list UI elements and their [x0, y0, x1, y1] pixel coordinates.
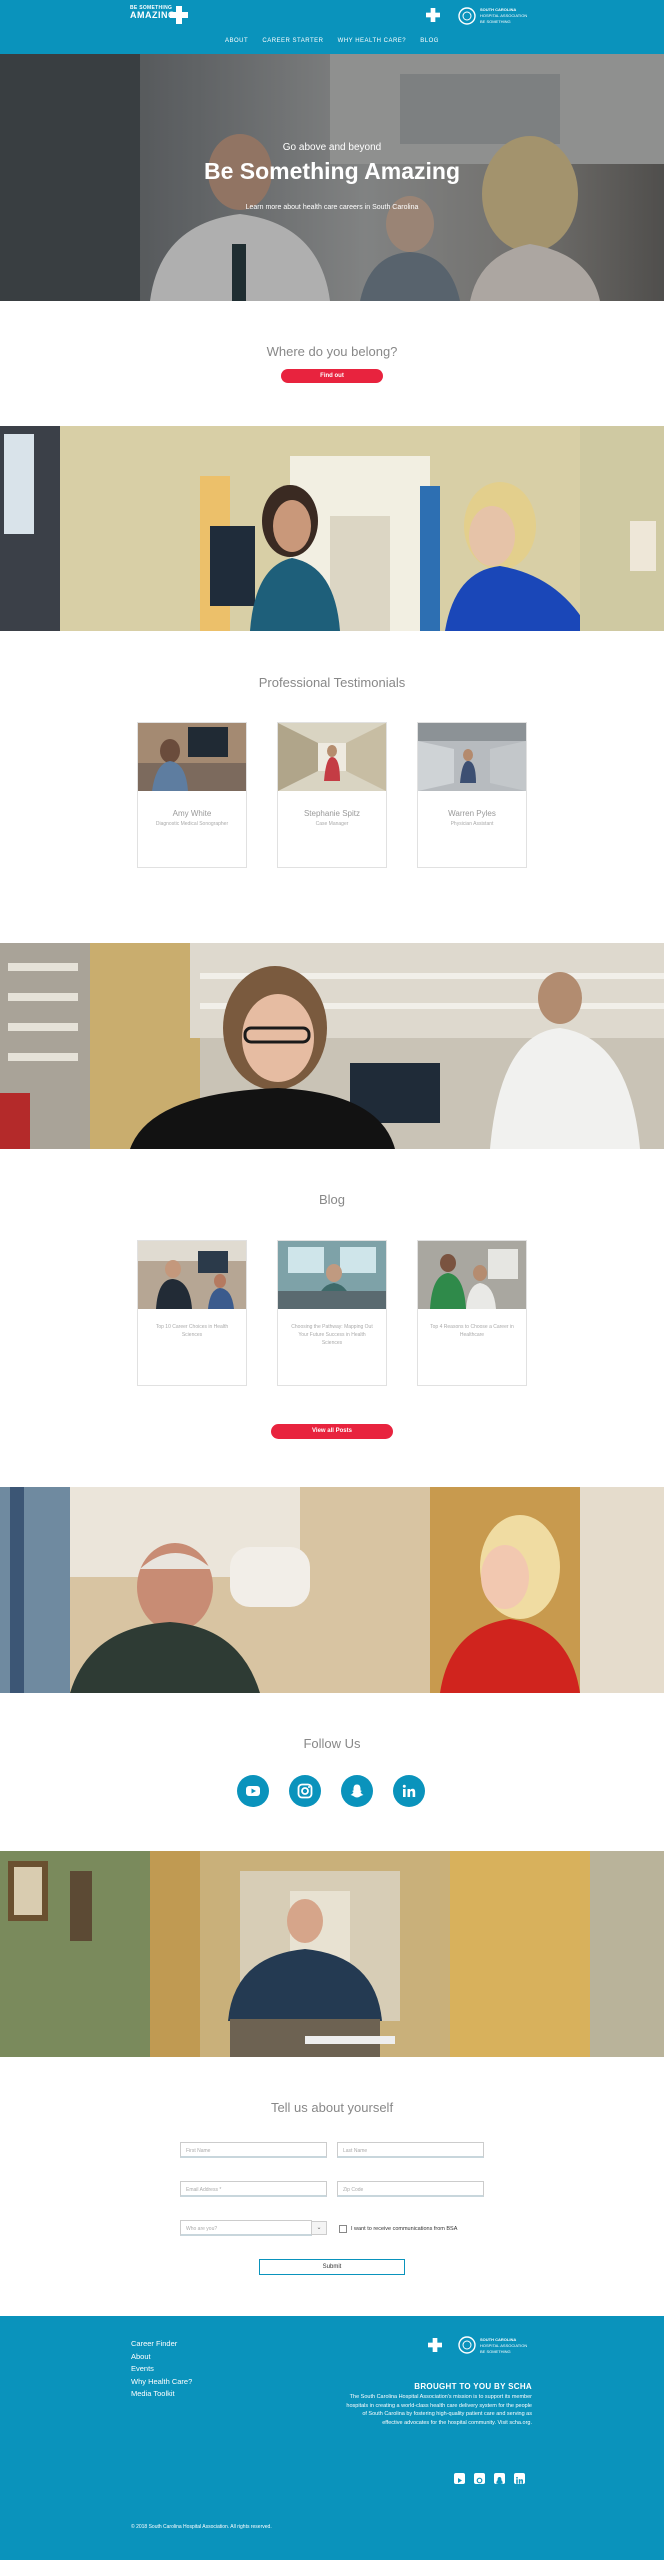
footer-brought-by: BROUGHT TO YOU BY SCHA: [414, 2382, 532, 2391]
hero-pretitle: Go above and beyond: [282, 142, 382, 153]
testimonial-name: Amy White: [172, 809, 212, 818]
blog-card[interactable]: Choosing the Pathway: Mapping Out Your F…: [277, 1240, 387, 1386]
footer-scha-logo[interactable]: SOUTH CAROLINA HOSPITAL ASSOCIATION BE S…: [428, 2334, 532, 2356]
footer-link-media-toolkit[interactable]: Media Toolkit: [131, 2388, 192, 2401]
hero-banner: Go above and beyond Be Something Amazing…: [0, 54, 664, 301]
footer-link-career-finder[interactable]: Career Finder: [131, 2338, 192, 2351]
footer-link-events[interactable]: Events: [131, 2363, 192, 2376]
testimonial-name: Warren Pyles: [448, 809, 496, 818]
blog-title-text[interactable]: Top 4 Reasons to Choose a Career in Heal…: [428, 1323, 516, 1339]
nav-career-starter[interactable]: CAREER STARTER: [262, 38, 323, 44]
find-out-button[interactable]: Find out: [281, 369, 383, 383]
scha-name-line2: HOSPITAL ASSOCIATION: [480, 13, 528, 18]
site-header: BE SOMETHING AMAZING SOUTH CAROLINA HOSP…: [0, 0, 664, 54]
instagram-icon[interactable]: [289, 1775, 321, 1807]
first-name-field[interactable]: First Name: [180, 2142, 327, 2158]
youtube-icon[interactable]: [237, 1775, 269, 1807]
scha-seal-icon: [458, 7, 476, 25]
belong-title: Where do you belong?: [266, 344, 398, 359]
email-field[interactable]: Email Address *: [180, 2181, 327, 2197]
communications-checkbox[interactable]: [339, 2225, 347, 2233]
testimonial-name: Stephanie Spitz: [303, 809, 361, 818]
cross-logo-icon: [170, 6, 188, 24]
snapchat-icon[interactable]: [341, 1775, 373, 1807]
hero-subtitle-link[interactable]: Learn more about health care careers in …: [0, 204, 664, 211]
linkedin-icon[interactable]: [393, 1775, 425, 1807]
hero-title: Be Something Amazing: [204, 158, 460, 184]
footer-scha-line2: HOSPITAL ASSOCIATION: [480, 2343, 528, 2348]
scha-name-line3: BE SOMETHING: [480, 19, 511, 24]
scha-name-line1: SOUTH CAROLINA: [480, 7, 517, 12]
scha-cross-icon: [426, 8, 440, 22]
blog-title: Blog: [318, 1192, 346, 1207]
testimonial-role: Diagnostic Medical Sonographer: [155, 821, 229, 827]
testimonial-card[interactable]: Warren Pyles Physician Assistant: [417, 722, 527, 868]
last-name-field[interactable]: Last Name: [337, 2142, 484, 2158]
blog-photo: [138, 1241, 246, 1309]
nav-why-health-care[interactable]: WHY HEALTH CARE?: [338, 38, 406, 44]
blog-title-text[interactable]: Top 10 Career Choices in Health Sciences: [148, 1323, 236, 1339]
follow-us-title: Follow Us: [303, 1736, 361, 1751]
who-are-you-select[interactable]: Who are you?: [180, 2220, 312, 2236]
testimonial-photo: [418, 723, 526, 791]
blog-photo: [278, 1241, 386, 1309]
main-nav: ABOUT CAREER STARTER WHY HEALTH CARE? BL…: [0, 38, 664, 44]
testimonial-photo: [278, 723, 386, 791]
form-title: Tell us about yourself: [270, 2100, 394, 2115]
testimonial-photo: [138, 723, 246, 791]
footer-cross-icon: [428, 2338, 442, 2352]
testimonial-role: Case Manager: [315, 821, 349, 827]
nav-about[interactable]: ABOUT: [225, 38, 248, 44]
pharmacy-staff-photo: [0, 943, 664, 1149]
footer-snapchat-icon[interactable]: [494, 2473, 505, 2484]
hospital-hallway-photo: [0, 426, 664, 631]
blog-photo: [418, 1241, 526, 1309]
staff-corridor-photo: [0, 1851, 664, 2057]
footer-mission-text: The South Carolina Hospital Association'…: [346, 2394, 532, 2426]
footer-youtube-icon[interactable]: [454, 2473, 465, 2484]
blog-title-text[interactable]: Choosing the Pathway: Mapping Out Your F…: [288, 1323, 376, 1347]
footer-links: Career Finder About Events Why Health Ca…: [131, 2338, 192, 2401]
footer-link-about[interactable]: About: [131, 2351, 192, 2364]
testimonial-card[interactable]: Stephanie Spitz Case Manager: [277, 722, 387, 868]
patient-conversation-photo: [0, 1487, 664, 1693]
footer-link-why-health-care[interactable]: Why Health Care?: [131, 2376, 192, 2389]
view-all-posts-button[interactable]: View all Posts: [271, 1424, 393, 1439]
scha-partner-logo[interactable]: SOUTH CAROLINA HOSPITAL ASSOCIATION BE S…: [426, 5, 532, 27]
zip-code-field[interactable]: Zip Code: [337, 2181, 484, 2197]
footer-copyright: © 2018 South Carolina Hospital Associati…: [131, 2524, 272, 2530]
submit-button[interactable]: Submit: [259, 2259, 405, 2275]
testimonials-title: Professional Testimonials: [258, 675, 406, 690]
communications-label: I want to receive communications from BS…: [351, 2226, 458, 2232]
nav-blog[interactable]: BLOG: [420, 38, 439, 44]
footer-scha-line1: SOUTH CAROLINA: [480, 2337, 517, 2342]
footer-instagram-icon[interactable]: [474, 2473, 485, 2484]
footer-scha-line3: BE SOMETHING: [480, 2349, 511, 2354]
footer-linkedin-icon[interactable]: [514, 2473, 525, 2484]
footer-seal-icon: [458, 2336, 476, 2354]
site-footer: Career Finder About Events Why Health Ca…: [0, 2316, 664, 2560]
testimonial-card[interactable]: Amy White Diagnostic Medical Sonographer: [137, 722, 247, 868]
blog-card[interactable]: Top 10 Career Choices in Health Sciences: [137, 1240, 247, 1386]
testimonial-role: Physician Assistant: [450, 821, 494, 827]
chevron-down-icon[interactable]: ⌄: [311, 2221, 327, 2235]
blog-card[interactable]: Top 4 Reasons to Choose a Career in Heal…: [417, 1240, 527, 1386]
